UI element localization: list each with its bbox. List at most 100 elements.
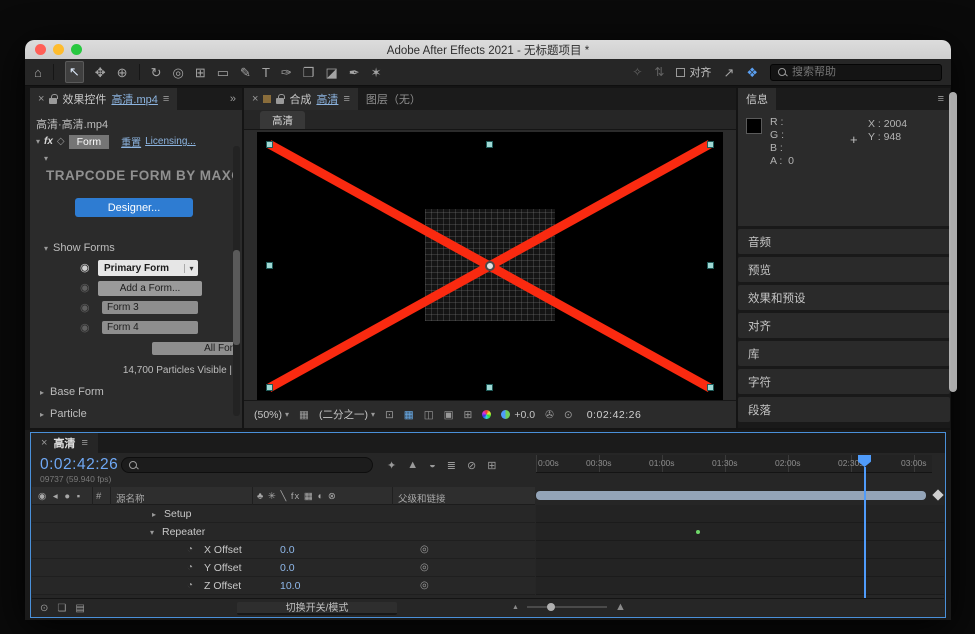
motion-blur-icon[interactable]: ⊘ [467, 459, 476, 472]
effect-controls-source-link[interactable]: 高清.mp4 [111, 91, 157, 107]
align-checkbox-icon[interactable] [676, 68, 685, 77]
selection-tool-icon[interactable]: ↖ [65, 61, 84, 83]
orbit-camera-tool-icon[interactable]: ↻ [151, 60, 162, 85]
timeline-search-box[interactable] [121, 457, 373, 473]
track-camera-tool-icon[interactable]: ◎ [172, 60, 183, 85]
close-panel-icon[interactable]: × [38, 93, 44, 105]
selection-handle[interactable] [486, 141, 493, 148]
twirl-down-icon[interactable]: ▾ [44, 154, 48, 163]
licensing-link[interactable]: Licensing... [145, 136, 196, 147]
tab-audio[interactable]: 音频 [738, 229, 950, 254]
panel-overflow-icon[interactable]: » [224, 88, 242, 110]
pickwhip-icon[interactable]: ◎ [420, 580, 429, 591]
workspace-switch-icon[interactable]: ⇅ [654, 65, 664, 79]
property-row[interactable]: ◔ Z Offset 10.0 ◎ [32, 577, 535, 595]
tab-timeline[interactable]: × 高清 ≡ [31, 433, 98, 453]
twirl-down-icon[interactable]: ▾ [150, 528, 154, 537]
channel-color-icon[interactable] [482, 410, 491, 419]
draft-3d-icon[interactable]: ▲ [407, 459, 418, 472]
minimize-window-button[interactable] [53, 44, 64, 55]
close-panel-icon[interactable]: × [252, 93, 258, 105]
base-form-group[interactable]: ▸ Base Form [40, 386, 104, 398]
track-row[interactable] [536, 577, 944, 595]
composition-name-link[interactable]: 高清 [316, 91, 338, 107]
choose-grid-icon[interactable]: ▦ [404, 409, 414, 421]
show-forms-group[interactable]: ▾ Show Forms [44, 242, 115, 254]
tab-paragraph[interactable]: 段落 [738, 397, 950, 422]
primary-form-dropdown[interactable]: Primary Form ▾ [98, 260, 198, 276]
scrollbar-thumb[interactable] [233, 250, 240, 345]
add-form-button[interactable]: Add a Form... [98, 281, 202, 296]
current-timecode[interactable]: 0:02:42:26 [40, 456, 118, 474]
property-name[interactable]: X Offset [204, 544, 242, 556]
track-row[interactable] [536, 523, 944, 541]
snap-align-toggle[interactable]: 对齐 [676, 64, 711, 80]
eye-visibility-icon[interactable]: ◉ [80, 261, 90, 274]
marker-dot[interactable] [696, 530, 700, 534]
column-source-name[interactable]: 源名称 [116, 491, 145, 505]
all-forms-button[interactable]: All For [152, 342, 236, 355]
property-name[interactable]: Y Offset [204, 562, 242, 574]
region-of-interest-icon[interactable]: ⊡ [385, 409, 394, 421]
selection-handle[interactable] [707, 141, 714, 148]
stopwatch-icon[interactable]: ◔ [187, 580, 193, 591]
preview-timecode[interactable]: 0:02:42:26 [587, 409, 642, 421]
eye-visibility-icon[interactable]: ◉ [80, 301, 90, 314]
selection-handle[interactable] [266, 141, 273, 148]
property-value[interactable]: 0.0 [280, 562, 295, 574]
resize-workspace-icon[interactable]: ↗ [723, 60, 734, 85]
particle-group[interactable]: ▸ Particle [40, 408, 87, 420]
form-3-button[interactable]: Form 3 [102, 301, 198, 314]
timeline-search-input[interactable] [143, 460, 343, 471]
toggle-switches-modes-button[interactable]: 切换开关/模式 [237, 602, 397, 615]
pan-behind-tool-icon[interactable]: ⊞ [195, 60, 206, 85]
help-search-input[interactable] [792, 66, 912, 78]
composition-mini-flowchart-icon[interactable]: ✦ [387, 459, 396, 472]
track-lanes[interactable] [536, 505, 944, 595]
frame-blending-icon[interactable]: ≣ [447, 459, 456, 472]
home-tool-icon[interactable]: ⌂ [34, 60, 42, 85]
camera-snapshot-icon[interactable]: ✇ [545, 409, 554, 421]
tab-align[interactable]: 对齐 [738, 313, 950, 338]
resolution-dropdown[interactable]: (二分之一) ▾ [319, 407, 375, 422]
tab-preview[interactable]: 预览 [738, 257, 950, 282]
timeline-zoom-slider[interactable]: ▲ ▲ [512, 601, 626, 613]
exposure-control[interactable]: +0.0 [501, 409, 535, 421]
graph-editor-icon[interactable]: ⊞ [487, 459, 496, 472]
effect-name[interactable]: Form [69, 135, 110, 149]
tab-info[interactable]: 信息 [738, 88, 776, 110]
designer-button[interactable]: Designer... [75, 198, 193, 217]
hide-shy-icon[interactable]: ◒ [429, 459, 436, 472]
zoom-window-button[interactable] [71, 44, 82, 55]
viewer-tab[interactable]: 高清 [260, 111, 305, 129]
property-row[interactable]: ◔ Y Offset 0.0 ◎ [32, 559, 535, 577]
track-row[interactable] [536, 541, 944, 559]
zoom-slider-track[interactable] [527, 606, 607, 608]
clone-stamp-tool-icon[interactable]: ❐ [303, 60, 315, 85]
effect-controls-scrollbar[interactable] [233, 146, 240, 416]
property-group-name[interactable]: Repeater [162, 526, 205, 538]
view-layout-icon[interactable]: ⊞ [464, 409, 473, 421]
show-snapshot-icon[interactable]: ⊙ [564, 409, 573, 421]
tab-character[interactable]: 字符 [738, 369, 950, 394]
expand-render-time-icon[interactable]: ❏ [57, 603, 66, 614]
panel-menu-icon[interactable]: ≡ [163, 93, 169, 105]
time-ruler[interactable]: 0:00s 00:30s 01:00s 01:30s 02:00s 02:30s… [536, 455, 932, 473]
panel-menu-icon[interactable]: ≡ [81, 437, 87, 449]
tab-effects-presets[interactable]: 效果和预设 [738, 285, 950, 310]
workspace-grid-icon[interactable]: ❖ [746, 60, 758, 85]
transparency-grid-icon[interactable]: ◫ [424, 409, 434, 421]
window-scrollbar[interactable] [949, 92, 957, 392]
property-value[interactable]: 0.0 [280, 544, 295, 556]
roto-brush-tool-icon[interactable]: ✒ [349, 60, 360, 85]
brush-tool-icon[interactable]: ✑ [281, 60, 292, 85]
panel-menu-icon[interactable]: ≡ [932, 88, 950, 110]
column-parent-link[interactable]: 父级和链接 [398, 491, 446, 505]
pickwhip-icon[interactable]: ◎ [420, 544, 429, 555]
pickwhip-icon[interactable]: ◎ [420, 562, 429, 573]
stopwatch-icon[interactable]: ◔ [187, 544, 193, 555]
shape-tool-icon[interactable]: ▭ [217, 60, 229, 85]
fx-badge[interactable]: fx [44, 136, 53, 147]
property-group-row[interactable]: ▾ Repeater [32, 523, 535, 541]
property-value[interactable]: 10.0 [280, 580, 300, 592]
